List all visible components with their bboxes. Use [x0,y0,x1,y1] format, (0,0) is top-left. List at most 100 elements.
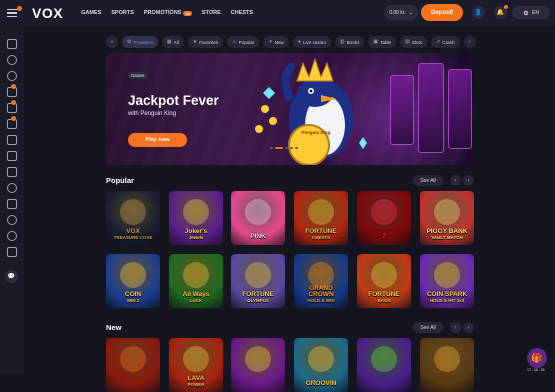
popular-see-all-button[interactable]: See All [413,175,443,186]
sidebar-support-icon[interactable] [7,215,17,225]
menu-line [7,12,17,14]
filter-label: Table [380,40,391,45]
game-title-line: PINK [250,233,266,240]
game-subtitle-line: OLYMPUS [242,299,273,304]
bell-icon[interactable]: 🔔 [494,6,507,19]
pagination-dot-active[interactable] [275,147,283,149]
sidebar-shield-icon[interactable] [7,231,17,241]
game-subtitle-line: POWER [187,383,204,388]
user-icon[interactable]: 👤 [472,6,485,19]
deposit-button[interactable]: Deposit [421,4,463,21]
game-tile[interactable]: PIGGY BANKVAULT MATCH [420,191,474,245]
filters-next-arrow[interactable]: › [464,36,476,48]
game-art-shape [308,262,334,288]
popular-next-arrow[interactable]: › [463,175,474,186]
game-tile[interactable]: Joker'sJewels [169,191,223,245]
nav-label: STORE [202,10,221,16]
game-tile[interactable]: 7 [357,191,411,245]
nav-sports[interactable]: SPORTS [111,10,134,16]
filter-favorites[interactable]: ★Favorites [188,36,223,48]
game-tile[interactable]: FORTUNEOLYMPUS [231,254,285,308]
balance-dropdown[interactable]: 0.00 kr. ⌄ [384,5,418,20]
game-subtitle-line: HOLD & HIT 3x3 [427,299,467,304]
play-now-button[interactable]: Play now [128,133,187,147]
game-art-shape [308,346,334,372]
game-tile[interactable]: GROOVIN [294,338,348,392]
filter-slots[interactable]: ▤Slots [400,36,427,48]
logo[interactable]: VOX [32,5,63,21]
game-title: PIGGY BANKVAULT MATCH [424,229,469,245]
sidebar-chest-icon[interactable] [7,151,17,161]
filter-crash[interactable]: ➚Crash [431,36,459,48]
game-tile[interactable] [357,338,411,392]
filter-all[interactable]: ▦All [162,36,184,48]
sidebar-trophy-icon[interactable] [7,135,17,145]
game-tile[interactable]: COINWIN 2 [106,254,160,308]
game-title: COIN SPARKHOLD & HIT 3x3 [425,292,469,308]
game-title-line: 7 [382,233,386,240]
sidebar-info-icon[interactable] [7,199,17,209]
see-all-label: See All [420,178,436,184]
banner-pagination [270,147,298,149]
chevron-right-icon: › [468,178,470,184]
nav-games[interactable]: GAMES [81,10,101,16]
filter-books[interactable]: ▥Books [335,36,365,48]
filter-popular[interactable]: ♨Popular [227,36,259,48]
sidebar-badge [11,100,16,105]
menu-line [7,9,17,11]
game-title: FORTUNECHESTS [303,229,338,245]
filter-live-casino[interactable]: ●Live casino [293,36,331,48]
pagination-dot[interactable] [295,147,298,149]
nav-chests[interactable]: CHESTS [231,10,253,16]
game-art-shape [371,199,397,225]
providers-button[interactable]: ⚙Providers [122,36,158,48]
penguin-medal-text: Penguin King [300,131,332,136]
language-selector[interactable]: EN [512,6,550,19]
menu-button[interactable] [4,4,22,22]
game-art-shape [308,199,334,225]
sidebar-calendar-icon[interactable] [7,167,17,177]
star-icon: ★ [193,39,197,45]
gift-widget-button[interactable]: 🎁 [527,348,547,368]
pagination-dot[interactable] [285,147,288,149]
game-tile[interactable]: FORTUNECHESTS [294,191,348,245]
pagination-dot[interactable] [290,147,293,149]
nav-store[interactable]: STORE [202,10,221,16]
game-tile[interactable]: All WaysLUCK [169,254,223,308]
live-icon: ● [298,39,301,45]
new-next-arrow[interactable]: › [463,322,474,333]
game-tile[interactable]: FORTUNEBAGS [357,254,411,308]
game-tile[interactable] [420,338,474,392]
game-tile[interactable]: COIN SPARKHOLD & HIT 3x3 [420,254,474,308]
sidebar-casino-icon[interactable] [7,39,17,49]
providers-label: Providers [133,40,152,45]
popular-prev-arrow[interactable]: ‹ [450,175,461,186]
new-prev-arrow[interactable]: ‹ [450,322,461,333]
game-art-shape [183,346,209,372]
game-art-shape [120,346,146,372]
banner-tag-label: Games [131,73,145,78]
nav-promotions[interactable]: PROMOTIONS12 [144,10,192,16]
sidebar-vip-icon[interactable] [7,183,17,193]
game-tile[interactable] [106,338,160,392]
filter-label: Favorites [199,40,218,45]
chat-icon[interactable]: 💬 [5,270,18,283]
pagination-dot[interactable] [270,147,273,149]
sidebar: 💬 [0,26,24,375]
filter-table[interactable]: ▣Table [368,36,396,48]
search-button[interactable]: ⌕ [106,36,118,48]
sidebar-sports-icon[interactable] [7,55,17,65]
game-tile[interactable]: PINK [231,191,285,245]
game-tile[interactable] [231,338,285,392]
popular-title: Popular [106,176,134,185]
new-see-all-button[interactable]: See All [413,322,443,333]
game-tile[interactable]: LAVAPOWER [169,338,223,392]
banner-subtitle: with Penguin King [128,111,176,117]
game-title: Joker'sJewels [183,229,210,245]
game-tile[interactable]: GRAND CROWNHOLD & WIN [294,254,348,308]
sidebar-live-icon[interactable] [7,71,17,81]
filter-new[interactable]: ✦New [263,36,288,48]
game-subtitle-line: HOLD & WIN [296,299,346,304]
sidebar-settings-icon[interactable] [7,247,17,257]
game-tile[interactable]: VOXTREASURE COVE [106,191,160,245]
